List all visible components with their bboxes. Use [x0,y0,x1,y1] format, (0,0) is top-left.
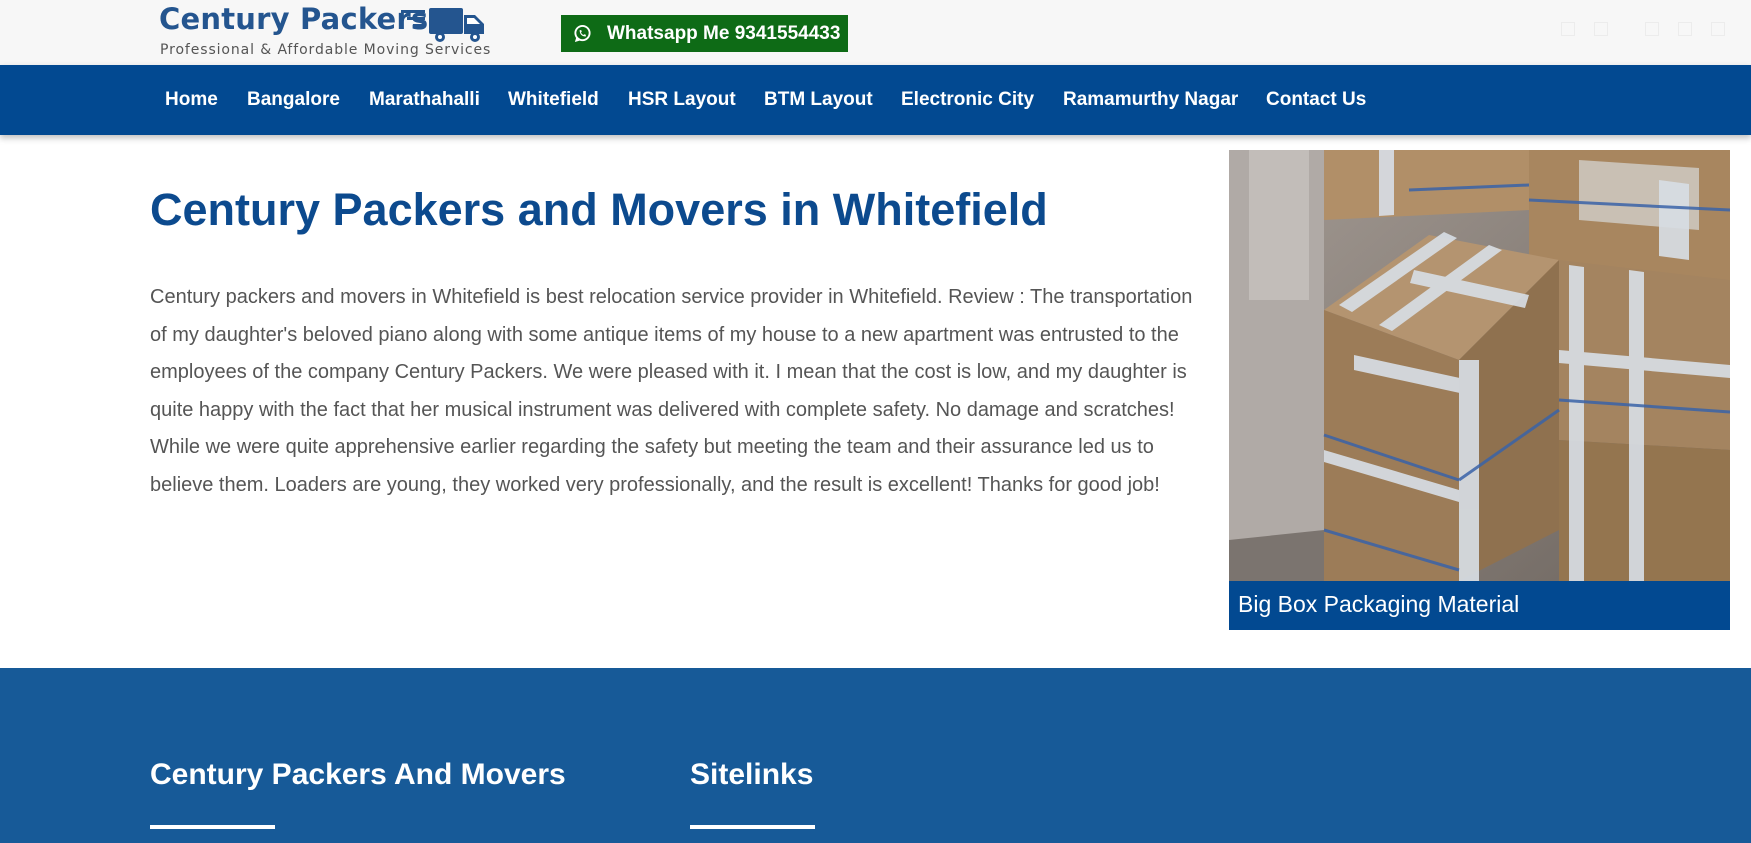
figure-caption: Big Box Packaging Material [1238,591,1520,617]
nav-item-ramamurthy-nagar[interactable]: Ramamurthy Nagar [1063,65,1238,135]
logo-tagline: Professional & Affordable Moving Service… [160,42,492,58]
footer-heading-sitelinks: Sitelinks [690,758,814,791]
facebook-icon[interactable] [1561,22,1575,36]
packaging-photo [1229,150,1730,581]
youtube-icon[interactable] [1711,22,1725,36]
nav-item-btm-layout[interactable]: BTM Layout [764,65,873,135]
footer-underline [150,825,275,829]
nav-item-hsr-layout[interactable]: HSR Layout [628,65,736,135]
linkedin-icon[interactable] [1645,22,1659,36]
twitter-icon[interactable] [1594,22,1608,36]
page-title: Century Packers and Movers in Whitefield [150,184,1048,235]
whatsapp-label: Whatsapp Me 9341554433 [607,22,841,44]
whatsapp-icon [574,24,591,43]
nav-item-marathahalli[interactable]: Marathahalli [369,65,480,135]
logo-title: Century Packers [159,2,429,36]
nav-item-whitefield[interactable]: Whitefield [508,65,599,135]
nav-item-home[interactable]: Home [165,65,218,135]
site-logo[interactable]: Century Packers Professional & Affordabl… [159,2,492,62]
packaging-figure: Big Box Packaging Material [1229,150,1730,630]
nav-item-contact-us[interactable]: Contact Us [1266,65,1366,135]
whatsapp-button[interactable]: Whatsapp Me 9341554433 [561,15,848,52]
main-nav: Home Bangalore Marathahalli Whitefield H… [0,65,1751,135]
intro-paragraph: Century packers and movers in Whitefield… [150,286,1193,496]
instagram-icon[interactable] [1678,22,1692,36]
top-bar: Century Packers Professional & Affordabl… [0,0,1751,65]
footer-underline [690,825,815,829]
footer: Century Packers And Movers Sitelinks [0,668,1751,843]
truck-icon [401,8,484,42]
nav-item-electronic-city[interactable]: Electronic City [901,65,1034,135]
nav-item-bangalore[interactable]: Bangalore [247,65,340,135]
footer-heading-company: Century Packers And Movers [150,758,566,791]
